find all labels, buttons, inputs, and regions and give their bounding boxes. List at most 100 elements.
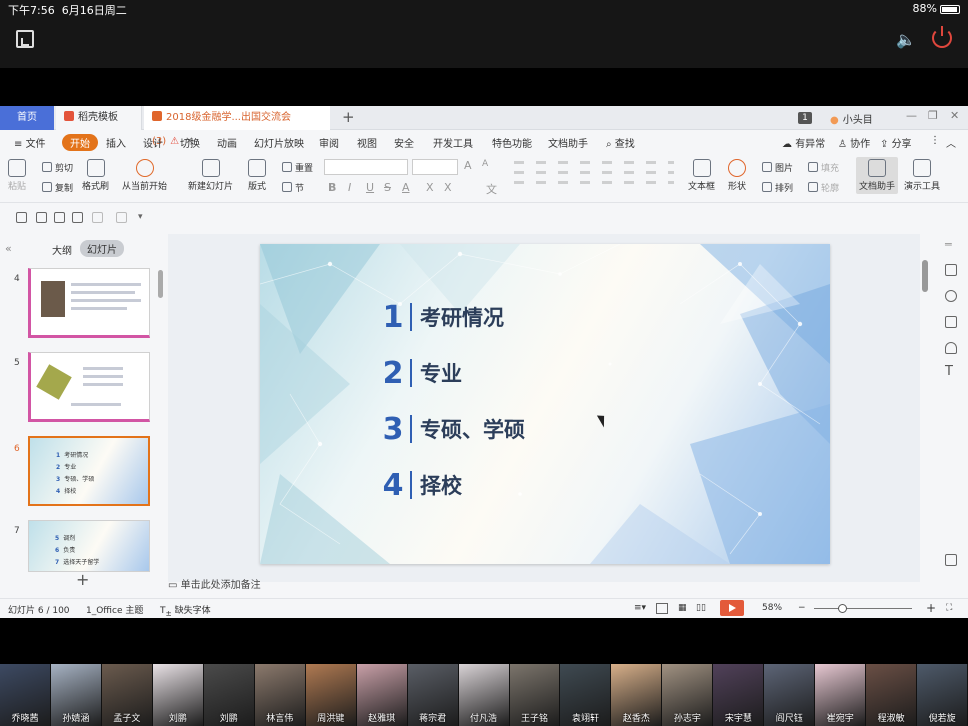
font-size-select[interactable]	[412, 159, 458, 175]
exit-fullscreen-icon[interactable]	[16, 30, 34, 48]
menu-search[interactable]: ⌕ 查找	[606, 135, 635, 150]
paste-button[interactable]: 粘贴	[8, 159, 26, 192]
superscript-button[interactable]: X	[426, 181, 434, 194]
fit-window-icon[interactable]: ⛶	[946, 603, 952, 613]
shrink-font-button[interactable]: A	[482, 159, 488, 169]
agenda-item[interactable]: 2 专业	[378, 356, 462, 391]
picture-button[interactable]: 图片	[762, 161, 793, 174]
shape-button[interactable]: 形状	[728, 159, 746, 192]
subscript-button[interactable]: X	[444, 181, 452, 194]
reading-view-icon[interactable]: ▯▯	[696, 603, 706, 613]
tab-template[interactable]: 稻壳模板	[56, 106, 142, 130]
participant-tile[interactable]: 赵香杰	[611, 664, 663, 726]
participant-tile[interactable]: 孟子文	[101, 664, 153, 726]
menu-view[interactable]: 视图	[357, 135, 377, 150]
zoom-out-icon[interactable]: −	[798, 603, 806, 613]
play-from-current-button[interactable]: 从当前开始	[122, 159, 167, 192]
theme-name[interactable]: 1_Office 主题	[86, 603, 143, 616]
window-count-badge[interactable]: 1	[798, 112, 812, 124]
layout-button[interactable]: 版式	[248, 159, 266, 192]
minimize-icon[interactable]: —	[906, 109, 917, 122]
phonetic-button[interactable]: 文	[486, 181, 497, 197]
normal-view-icon[interactable]	[656, 603, 668, 614]
menu-doc-assistant[interactable]: 文档助手	[548, 135, 588, 150]
section-button[interactable]: 节	[282, 181, 304, 194]
fill-style-icon[interactable]	[945, 342, 957, 354]
participant-tile[interactable]: 乔晓茜	[0, 664, 51, 726]
anomaly-status[interactable]: ☁ 有异常	[782, 135, 825, 150]
participant-tile[interactable]: 崔宛宇	[815, 664, 867, 726]
notes-bar[interactable]: ▭ 单击此处添加备注	[168, 576, 928, 594]
menu-security[interactable]: 安全	[394, 135, 414, 150]
participant-tile[interactable]: 宋宇慧	[713, 664, 765, 726]
agenda-item[interactable]: 3 专硕、学硕	[378, 412, 525, 447]
menu-features[interactable]: 特色功能	[492, 135, 532, 150]
power-icon[interactable]	[932, 26, 952, 48]
participant-tile[interactable]: 袁翊轩	[560, 664, 612, 726]
tab-slides[interactable]: 幻灯片	[80, 240, 124, 257]
window-close-icon[interactable]: ✕	[950, 109, 959, 122]
textbox-button[interactable]: 文本框	[688, 159, 715, 192]
more-icon[interactable]: ⋮	[930, 135, 940, 146]
zoom-level[interactable]: 58%	[762, 603, 782, 613]
tab-outline[interactable]: 大纲	[52, 242, 72, 257]
participant-tile[interactable]: 程淑敏	[866, 664, 918, 726]
participant-tile[interactable]: 赵雅琪	[356, 664, 408, 726]
present-tools-button[interactable]: 演示工具	[904, 159, 940, 192]
underline-button[interactable]: U	[366, 181, 374, 194]
menu-transition[interactable]: 切换	[180, 135, 200, 150]
grid-icon[interactable]	[945, 554, 957, 566]
arrange-button[interactable]: 排列	[762, 181, 793, 194]
doc-assistant-button[interactable]: 文档助手	[856, 157, 899, 194]
cut-button[interactable]: 剪切	[42, 161, 73, 174]
grow-font-button[interactable]: A	[464, 159, 472, 172]
zoom-in-icon[interactable]: +	[926, 601, 936, 615]
collapse-panel-icon[interactable]: «	[5, 242, 12, 255]
speaker-icon[interactable]: 🔈	[896, 30, 916, 49]
slide-thumbnail-6[interactable]: 1 考研情况 2 专业 3 专硕、学硕 4 择校	[28, 436, 150, 506]
undo-icon[interactable]	[92, 212, 103, 223]
participant-tile[interactable]: 王子铭	[509, 664, 561, 726]
format-painter-button[interactable]: 格式刷	[82, 159, 109, 192]
agenda-item[interactable]: 4 择校	[378, 468, 462, 503]
outline-button[interactable]: 轮廓	[808, 181, 839, 194]
menu-start[interactable]: 开始	[62, 134, 98, 151]
star-icon[interactable]	[945, 290, 957, 302]
text-icon[interactable]: T	[945, 364, 953, 379]
agenda-item[interactable]: 1 考研情况	[378, 300, 504, 335]
menu-insert[interactable]: 插入	[106, 135, 126, 150]
slide-sorter-icon[interactable]: ▦	[678, 603, 687, 613]
tab-document[interactable]: 2018级金融学...出国交流会(3) ⚠ ✕	[144, 106, 330, 147]
redo-icon[interactable]	[116, 212, 127, 223]
restore-icon[interactable]: ❐	[928, 109, 938, 122]
notes-toggle-icon[interactable]: ≡▾	[634, 603, 646, 613]
font-color-button[interactable]: A	[402, 181, 410, 194]
thumbnail-scrollbar[interactable]	[158, 270, 163, 298]
user-account[interactable]: 小头目	[830, 111, 873, 126]
current-slide[interactable]: 1 考研情况 2 专业 3 专硕、学硕 4 择校	[260, 244, 830, 564]
copy-slide-icon[interactable]	[945, 316, 957, 328]
add-slide-button[interactable]: +	[76, 570, 89, 589]
share-button[interactable]: ⇪ 分享	[880, 135, 912, 150]
fill-button[interactable]: 填充	[808, 161, 839, 174]
menu-slideshow[interactable]: 幻灯片放映	[254, 135, 304, 150]
participant-tile[interactable]: 周洪键	[305, 664, 357, 726]
panel-handle-icon[interactable]: ═	[945, 238, 952, 251]
copy-button[interactable]: 复制	[42, 181, 73, 194]
missing-font[interactable]: T± 缺失字体	[160, 603, 211, 618]
italic-button[interactable]: I	[348, 181, 351, 194]
print-icon[interactable]	[54, 212, 65, 223]
slide-thumbnail-4[interactable]	[28, 268, 150, 338]
menu-devtools[interactable]: 开发工具	[433, 135, 473, 150]
tab-home[interactable]: 首页	[0, 106, 54, 130]
slide-thumbnail-7[interactable]: 5 调剂 6 负责 7 选择天子留学	[28, 520, 150, 572]
export-icon[interactable]	[36, 212, 47, 223]
participant-tile[interactable]: 孙志宇	[662, 664, 714, 726]
participant-tile[interactable]: 阎尺钰	[764, 664, 816, 726]
menu-animation[interactable]: 动画	[217, 135, 237, 150]
participant-tile[interactable]: 孙婧涵	[50, 664, 102, 726]
menu-review[interactable]: 审阅	[319, 135, 339, 150]
strikethrough-button[interactable]: S	[384, 181, 391, 194]
menu-design[interactable]: 设计	[143, 135, 163, 150]
participant-tile[interactable]: 刘鹏	[152, 664, 204, 726]
